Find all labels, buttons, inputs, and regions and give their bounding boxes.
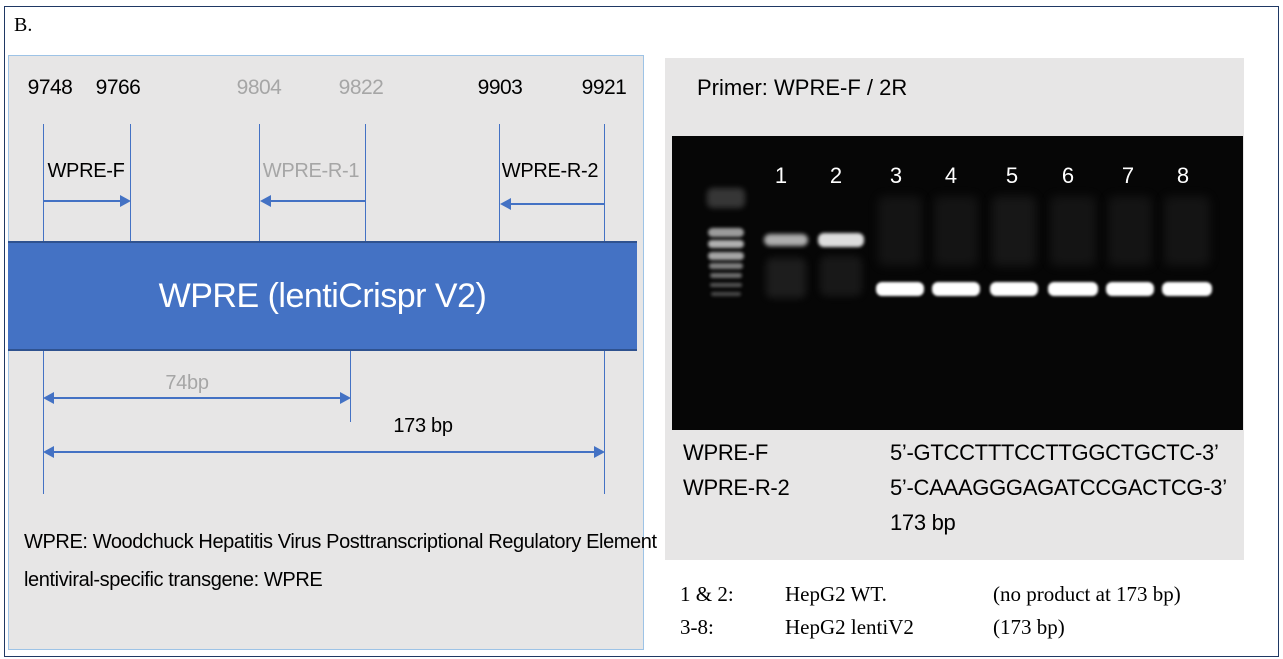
lane-2-band <box>818 233 864 247</box>
tick-line-9804 <box>259 124 260 241</box>
product-173bp-shaft <box>52 451 595 453</box>
primer-arrow-f-shaft <box>43 200 121 202</box>
product-line-start <box>43 351 44 494</box>
transgene-note: lentiviral-specific transgene: WPRE <box>24 569 323 591</box>
product-74bp-head-right <box>340 392 351 404</box>
product-74bp-shaft <box>52 397 341 399</box>
tick-line-9903 <box>499 124 500 241</box>
primer-label-wpre-f: WPRE-F <box>47 160 125 182</box>
legend-sample-1: HepG2 WT. <box>785 582 887 606</box>
lane-7-smear <box>1108 196 1152 266</box>
tick-line-9766 <box>130 124 131 241</box>
primer-arrow-r1-head <box>260 195 271 207</box>
lane-8-band <box>1162 282 1212 296</box>
lane-8-smear <box>1164 196 1210 266</box>
lane-2-smear <box>820 256 862 296</box>
primer-label-wpre-r2: WPRE-R-2 <box>501 160 599 182</box>
position-9921: 9921 <box>581 76 627 99</box>
lane-number-8: 8 <box>1176 163 1190 188</box>
product-size: 173 bp <box>890 510 956 535</box>
lane-number-6: 6 <box>1061 163 1075 188</box>
lane-6-smear <box>1050 196 1096 266</box>
lane-3-smear <box>878 196 922 266</box>
primer-map-panel <box>8 55 644 650</box>
product-line-173-end <box>604 351 605 494</box>
gel-primer-title: Primer: WPRE-F / 2R <box>697 75 908 100</box>
primer-label-wpre-r1: WPRE-R-1 <box>262 160 360 182</box>
position-9903: 9903 <box>477 76 523 99</box>
legend-result-1: (no product at 173 bp) <box>993 582 1181 606</box>
position-9748: 9748 <box>27 76 73 99</box>
lane-1-smear <box>766 258 806 298</box>
lane-number-5: 5 <box>1005 163 1019 188</box>
primer-arrow-f-head <box>120 195 131 207</box>
wpre-bar-label: WPRE (lentiCrispr V2) <box>158 276 487 315</box>
lane-5-band <box>990 282 1038 296</box>
ladder-band <box>711 292 741 296</box>
tick-line-9921 <box>604 124 605 241</box>
primer-arrow-r2-head <box>500 198 511 210</box>
lane-number-7: 7 <box>1121 163 1135 188</box>
primer-name-f: WPRE-F <box>683 440 768 465</box>
lane-4-band <box>932 282 980 296</box>
lane-number-4: 4 <box>944 163 958 188</box>
tick-line-9822 <box>365 124 366 241</box>
legend-result-2: (173 bp) <box>993 615 1065 639</box>
ladder-band <box>709 263 743 269</box>
lane-number-3: 3 <box>889 163 903 188</box>
position-9822: 9822 <box>338 76 384 99</box>
ladder-band <box>710 273 742 278</box>
lane-1-band <box>764 234 808 246</box>
position-9766: 9766 <box>95 76 141 99</box>
primer-arrow-r1-shaft <box>270 200 365 202</box>
primer-name-r2: WPRE-R-2 <box>683 475 790 500</box>
legend-lanes-1: 1 & 2: <box>680 582 734 606</box>
ladder-band <box>708 252 744 260</box>
primer-seq-r2: 5’-CAAAGGGAGATCCGACTCG-3’ <box>890 475 1227 500</box>
primer-seq-f: 5’-GTCCTTTCCTTGGCTGCTC-3’ <box>890 440 1219 465</box>
tick-line-9748 <box>43 124 44 241</box>
primer-arrow-r2-shaft <box>510 203 604 205</box>
product-line-74-end <box>350 351 351 422</box>
lane-4-smear <box>934 196 978 266</box>
wpre-region-bar: WPRE (lentiCrispr V2) <box>8 241 637 351</box>
legend-sample-2: HepG2 lentiV2 <box>785 615 914 639</box>
position-9804: 9804 <box>236 76 282 99</box>
ladder-band <box>710 283 742 287</box>
gel-image <box>672 136 1243 430</box>
ladder-smear <box>707 188 745 208</box>
product-74bp-label: 74bp <box>165 372 209 394</box>
ladder-band <box>708 240 744 248</box>
product-173bp-head-left <box>43 446 54 458</box>
product-173bp-head-right <box>594 446 605 458</box>
legend-lanes-2: 3-8: <box>680 615 714 639</box>
lane-number-1: 1 <box>774 163 788 188</box>
lane-number-2: 2 <box>829 163 843 188</box>
lane-6-band <box>1048 282 1098 296</box>
figure-label: B. <box>14 14 33 36</box>
lane-5-smear <box>992 196 1036 266</box>
lane-3-band <box>876 282 924 296</box>
lane-7-band <box>1106 282 1154 296</box>
product-74bp-head-left <box>43 392 54 404</box>
product-173bp-label: 173 bp <box>393 415 453 437</box>
ladder-band <box>708 228 744 237</box>
wpre-definition-note: WPRE: Woodchuck Hepatitis Virus Posttran… <box>24 531 657 553</box>
